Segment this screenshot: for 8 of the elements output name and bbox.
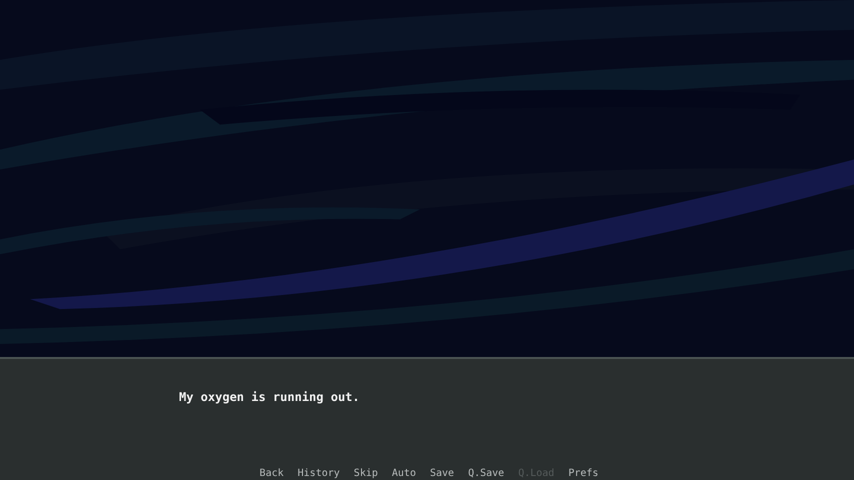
quick-menu-button[interactable]: Auto <box>392 467 416 480</box>
quick-menu-button[interactable]: History <box>298 467 340 480</box>
quick-menu-button[interactable]: Back <box>260 467 284 480</box>
quick-menu-button[interactable]: Prefs <box>568 467 598 480</box>
quick-menu-button[interactable]: Skip <box>354 467 378 480</box>
dialogue-text: My oxygen is running out. <box>179 390 360 404</box>
quick-menu-button[interactable]: Save <box>430 467 454 480</box>
quick-menu-button[interactable]: Q.Save <box>468 467 504 480</box>
